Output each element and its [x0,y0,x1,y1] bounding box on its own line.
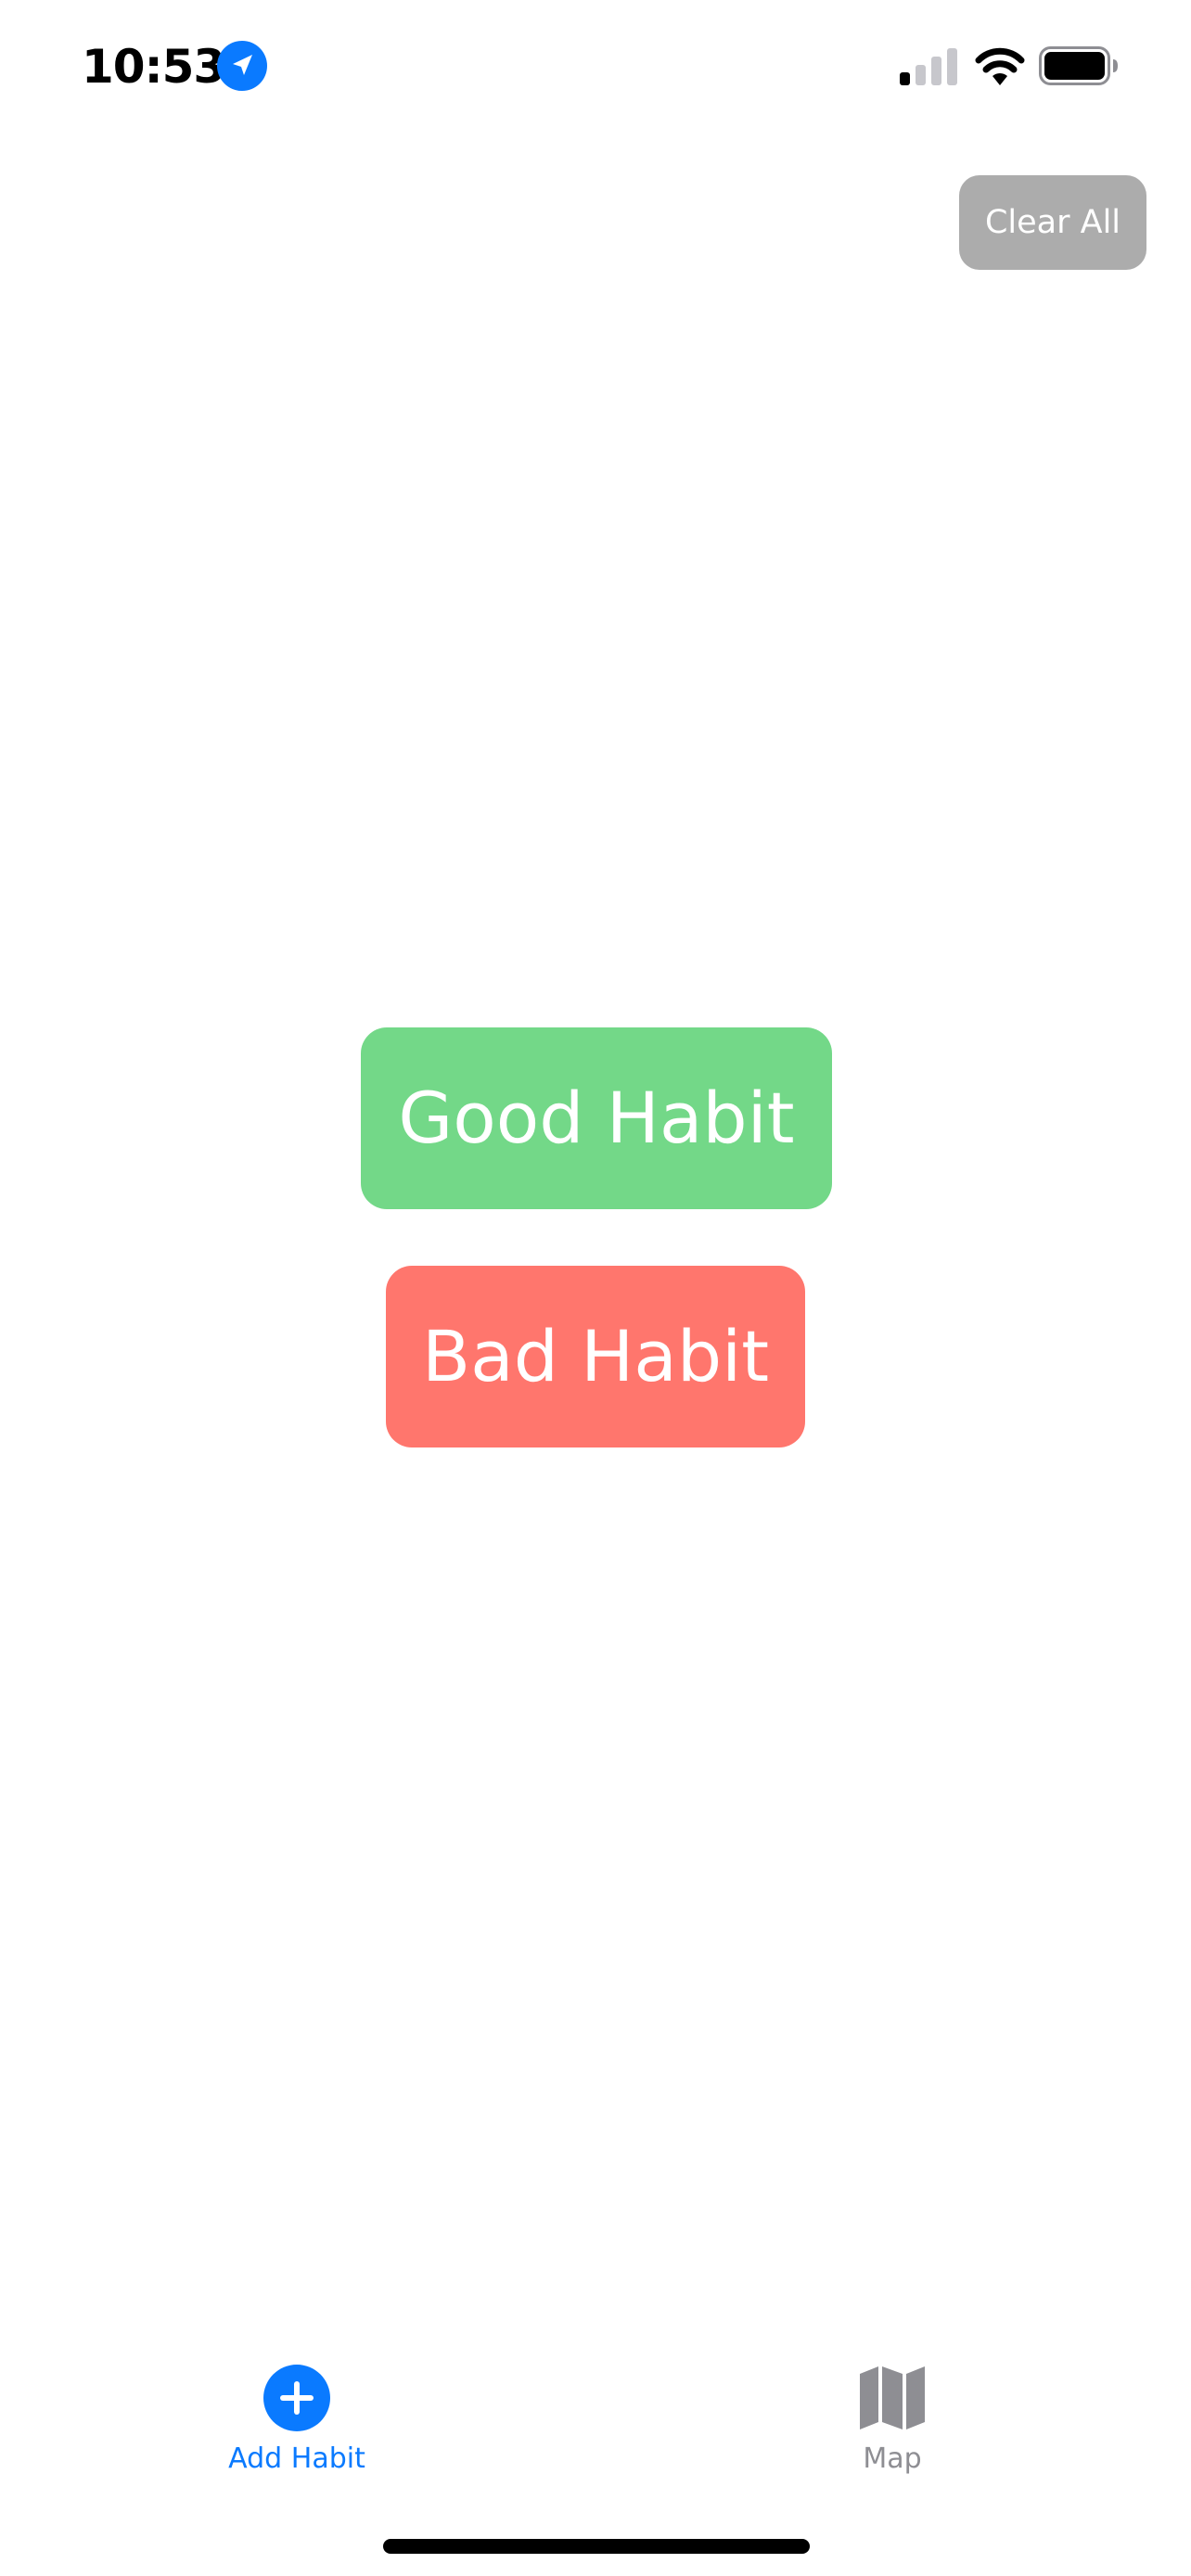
map-icon [858,2365,927,2431]
battery-icon [1039,46,1119,85]
cellular-signal-icon [900,48,959,85]
bad-habit-button[interactable]: Bad Habit [386,1266,805,1447]
good-habit-button[interactable]: Good Habit [361,1027,832,1209]
clear-all-button[interactable]: Clear All [959,175,1146,270]
tab-map-label: Map [863,2442,922,2475]
tab-add-habit[interactable]: Add Habit [186,2355,408,2485]
tab-map[interactable]: Map [800,2355,985,2485]
location-arrow-icon [217,41,267,91]
plus-circle-icon [263,2365,330,2431]
home-indicator [383,2539,810,2554]
tab-add-habit-label: Add Habit [228,2442,365,2475]
wifi-icon [974,45,1026,85]
status-time: 10:53 [82,40,225,94]
